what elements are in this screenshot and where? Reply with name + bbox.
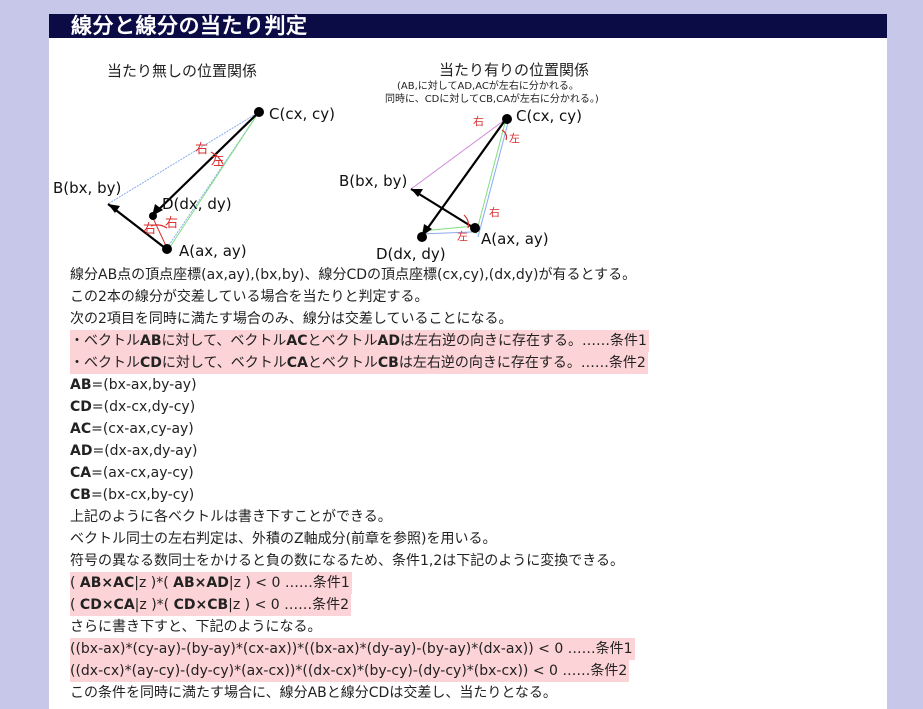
label-right-4: 右 <box>473 114 484 128</box>
vector-definition: AD=(dx-ax,dy-ay) <box>70 443 198 459</box>
text-line: 上記のように各ベクトルは書き下すことができる。 <box>70 509 392 525</box>
text-line: 次の2項目を同時に満たす場合のみ、線分は交差していることになる。 <box>70 311 513 327</box>
label-c-right: C(cx, cy) <box>516 107 582 125</box>
expanded-formula-2: ((dx-cx)*(ay-cy)-(dy-cy)*(ax-cx))*((dx-c… <box>70 660 882 682</box>
label-right-3: 右 <box>143 222 156 237</box>
expanded-formula-1: ((bx-ax)*(cy-ay)-(by-ay)*(cx-ax))*((bx-a… <box>70 638 882 660</box>
text-line: さらに書き下すと、下記のようになる。 <box>70 619 322 635</box>
condition-1: ・ベクトルABに対して、ベクトルACとベクトルADは左右逆の向きに存在する。……… <box>70 330 882 352</box>
top-strip <box>49 0 887 14</box>
label-left-3: 左 <box>457 230 468 243</box>
diagram: 当たり無しの位置関係 C(cx, cy) B(bx, by) D(dx, dy)… <box>53 61 599 263</box>
text-line: 符号の異なる数同士をかけると負の数になるため、条件1,2は下記のように変換できる… <box>70 553 624 569</box>
label-d-right: D(dx, dy) <box>376 245 446 263</box>
point-a-right <box>470 223 480 233</box>
formula-2: ( CD×CA|z )*( CD×CB|z ) < 0 ……条件2 <box>70 594 882 616</box>
point-d-right <box>417 232 427 242</box>
right-caption: 当たり有りの位置関係 <box>439 61 589 79</box>
point-d-left <box>149 212 157 220</box>
label-right-5: 右 <box>489 205 500 219</box>
point-a-left <box>162 244 172 254</box>
label-a-left: A(ax, ay) <box>179 242 247 260</box>
right-figure: C(cx, cy) B(bx, by) A(ax, ay) D(dx, dy) … <box>339 107 582 263</box>
condition-2: ・ベクトルCDに対して、ベクトルCAとベクトルCBは左右逆の向きに存在する。……… <box>70 352 882 374</box>
label-left-2: 左 <box>509 132 520 145</box>
text-line: 線分AB点の頂点座標(ax,ay),(bx,by)、線分CDの頂点座標(cx,c… <box>70 267 637 283</box>
right-note-2: 同時に、CDに対してCB,CAが左右に分かれる。) <box>385 92 599 105</box>
label-b-right: B(bx, by) <box>339 172 407 190</box>
content: 線分AB点の頂点座標(ax,ay),(bx,by)、線分CDの頂点座標(cx,c… <box>70 264 882 704</box>
vector-definition: CA=(ax-cx,ay-cy) <box>70 465 194 481</box>
left-caption: 当たり無しの位置関係 <box>107 62 257 80</box>
text-line: ベクトル同士の左右判定は、外積のZ軸成分(前章を参照)を用いる。 <box>70 531 497 547</box>
label-right-2: 右 <box>165 216 178 231</box>
label-right-1: 右 <box>195 142 208 157</box>
label-d-left: D(dx, dy) <box>162 195 232 213</box>
vector-definition: AC=(cx-ax,cy-ay) <box>70 421 194 437</box>
left-figure: C(cx, cy) B(bx, by) D(dx, dy) A(ax, ay) … <box>53 105 335 260</box>
label-a-right: A(ax, ay) <box>481 230 549 248</box>
vector-definition: AB=(bx-ax,by-ay) <box>70 377 197 393</box>
label-b-left: B(bx, by) <box>53 179 121 197</box>
page-title: 線分と線分の当たり判定 <box>49 14 887 38</box>
point-c-right <box>502 114 512 124</box>
formula-1: ( AB×AC|z )*( AB×AD|z ) < 0 ……条件1 <box>70 572 882 594</box>
vector-definition: CB=(bx-cx,by-cy) <box>70 487 195 503</box>
label-left-1: 左 <box>211 154 224 169</box>
vector-definition: CD=(dx-cx,dy-cy) <box>70 399 196 415</box>
page: 線分と線分の当たり判定 当たり無しの位置関係 C(cx, cy) B(bx, b… <box>49 0 887 709</box>
text-line: この2本の線分が交差している場合を当たりと判定する。 <box>70 289 429 305</box>
text-line: この条件を同時に満たす場合に、線分ABと線分CDは交差し、当たりとなる。 <box>70 685 557 701</box>
right-note-1: (AB,に対してAD,ACが左右に分かれる。 <box>397 79 579 92</box>
label-c-left: C(cx, cy) <box>269 105 335 123</box>
point-c-left <box>254 107 264 117</box>
